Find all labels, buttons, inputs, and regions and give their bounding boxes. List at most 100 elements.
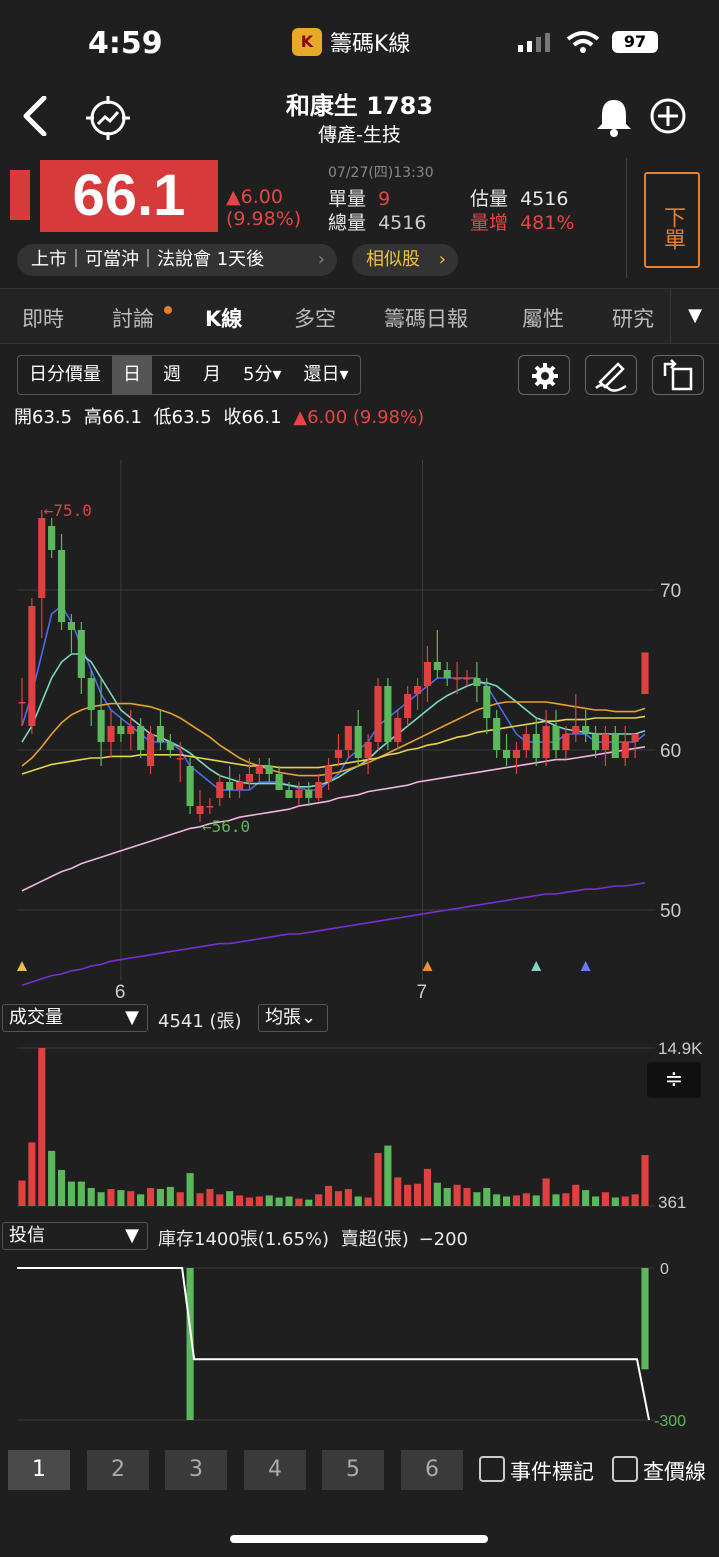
volume-chart: 14.9K 361 — [17, 1039, 703, 1212]
moving-average-line — [21, 715, 646, 775]
tab-more-dropdown-icon[interactable]: ▼ — [670, 289, 719, 343]
period-5min[interactable]: 5分▾ — [232, 356, 293, 394]
candle-body — [483, 686, 491, 718]
moving-average-line — [21, 882, 646, 986]
volume-bar — [413, 1183, 422, 1206]
price-line-checkbox[interactable] — [612, 1456, 638, 1482]
tab-discussion[interactable]: 討論 — [112, 303, 154, 333]
draw-button[interactable] — [585, 355, 637, 395]
layout-button-6[interactable]: 6 — [401, 1450, 463, 1490]
adjust-dropdown[interactable]: 還日▾ — [293, 356, 360, 394]
volume-bar — [305, 1199, 313, 1206]
candle-body — [532, 734, 540, 758]
period-week[interactable]: 週 — [152, 356, 192, 394]
candle-body — [433, 662, 441, 670]
app-name: 籌碼K線 — [330, 32, 411, 57]
bell-icon[interactable] — [594, 96, 634, 138]
volume-bar — [48, 1150, 56, 1206]
candle-body — [443, 670, 451, 678]
layout-button-4[interactable]: 4 — [244, 1450, 306, 1490]
est-volume: 估量 4516 — [470, 184, 568, 211]
volume-bar — [245, 1197, 254, 1206]
plus-icon[interactable] — [648, 96, 688, 136]
volume-bar — [354, 1196, 362, 1206]
candle-body — [404, 694, 412, 718]
candle-body — [156, 726, 165, 742]
candle-body — [107, 726, 115, 742]
candle-body — [631, 734, 639, 742]
volume-bar — [374, 1152, 382, 1206]
total-volume-value: 4516 — [378, 212, 427, 234]
current-price: 66.1 — [40, 160, 218, 232]
volume-bar — [156, 1189, 165, 1206]
tab-longshort[interactable]: 多空 — [294, 303, 336, 333]
candle-body — [591, 734, 600, 750]
resize-handle-icon[interactable]: ≑ — [647, 1062, 701, 1098]
avg-lot-button[interactable]: 均張⌄ — [258, 1004, 328, 1032]
x-tick-label: 6 — [115, 982, 126, 1003]
candle-body — [502, 750, 511, 758]
candle-body — [542, 726, 550, 758]
status-bar: 4:59 K 籌碼K線 97 — [0, 0, 719, 80]
min-price-annotation: ←56.0 — [202, 817, 250, 836]
open-value: 63.5 — [32, 407, 73, 428]
candle-body — [374, 686, 382, 742]
tab-research[interactable]: 研究 — [612, 303, 668, 333]
volume-bar — [324, 1185, 333, 1206]
layout-button-3[interactable]: 3 — [165, 1450, 227, 1490]
high-label: 高 — [83, 407, 102, 428]
candle-body — [384, 686, 392, 742]
moving-average-line — [21, 746, 646, 892]
settings-button[interactable] — [518, 355, 570, 395]
volume-bar — [463, 1187, 471, 1206]
volume-bar — [285, 1196, 293, 1206]
period-intraday[interactable]: 日分價量 — [18, 356, 112, 394]
tab-chip-daily[interactable]: 籌碼日報 — [384, 303, 468, 333]
price-line-label: 查價線 — [643, 1460, 706, 1484]
status-time: 4:59 — [88, 26, 163, 61]
tab-realtime[interactable]: 即時 — [22, 303, 64, 333]
volume-bar — [226, 1191, 234, 1206]
indicator1-select[interactable]: 成交量 ▼ — [2, 1004, 148, 1032]
close-label: 收 — [223, 407, 242, 428]
similar-stocks-button[interactable]: 相似股 › — [352, 244, 458, 276]
volume-bar — [196, 1193, 204, 1206]
similar-stocks-label: 相似股 — [366, 249, 420, 270]
candle-body — [57, 550, 66, 622]
stock-tags-text: 上市｜可當沖｜法說會 1天後 — [31, 249, 265, 270]
candle-body — [552, 726, 560, 750]
candle-body — [394, 718, 402, 742]
candle-body — [265, 766, 273, 774]
tab-attributes[interactable]: 屬性 — [522, 303, 564, 333]
price-change-pct: (9.98%) — [226, 208, 302, 230]
volume-bar — [542, 1178, 550, 1206]
total-volume-label: 總量 — [328, 212, 367, 234]
volume-bar — [107, 1189, 115, 1206]
rotate-button[interactable] — [652, 355, 704, 395]
layout-button-2[interactable]: 2 — [87, 1450, 149, 1490]
candlestick-chart[interactable]: 70 60 50 6 7 ←75.0 ←56.0 — [0, 430, 719, 1005]
period-month[interactable]: 月 — [192, 356, 232, 394]
volume-bar — [621, 1196, 629, 1206]
period-day[interactable]: 日 — [112, 356, 152, 394]
candle-body — [245, 774, 254, 782]
battery-icon: 97 — [612, 31, 658, 53]
rotate-screen-icon — [663, 359, 693, 391]
layout-button-1[interactable]: 1 — [8, 1450, 70, 1490]
volume-bar — [344, 1189, 352, 1206]
max-price-annotation: ←75.0 — [44, 501, 92, 520]
indicator2-label: 投信 — [9, 1225, 45, 1246]
tab-kline[interactable]: K線 — [205, 303, 242, 333]
event-marker — [17, 961, 27, 971]
event-marker — [531, 961, 542, 971]
volume-bar — [87, 1187, 95, 1206]
volume-bar — [315, 1194, 323, 1206]
stock-tags[interactable]: 上市｜可當沖｜法說會 1天後 › — [17, 244, 337, 276]
candle-body — [493, 718, 501, 750]
volume-bar — [166, 1186, 174, 1206]
indicator2-select[interactable]: 投信 ▼ — [2, 1222, 148, 1250]
layout-button-5[interactable]: 5 — [322, 1450, 384, 1490]
event-marker-checkbox[interactable] — [479, 1456, 505, 1482]
volume-bar — [552, 1194, 560, 1206]
order-button[interactable]: 下單 — [644, 172, 700, 268]
